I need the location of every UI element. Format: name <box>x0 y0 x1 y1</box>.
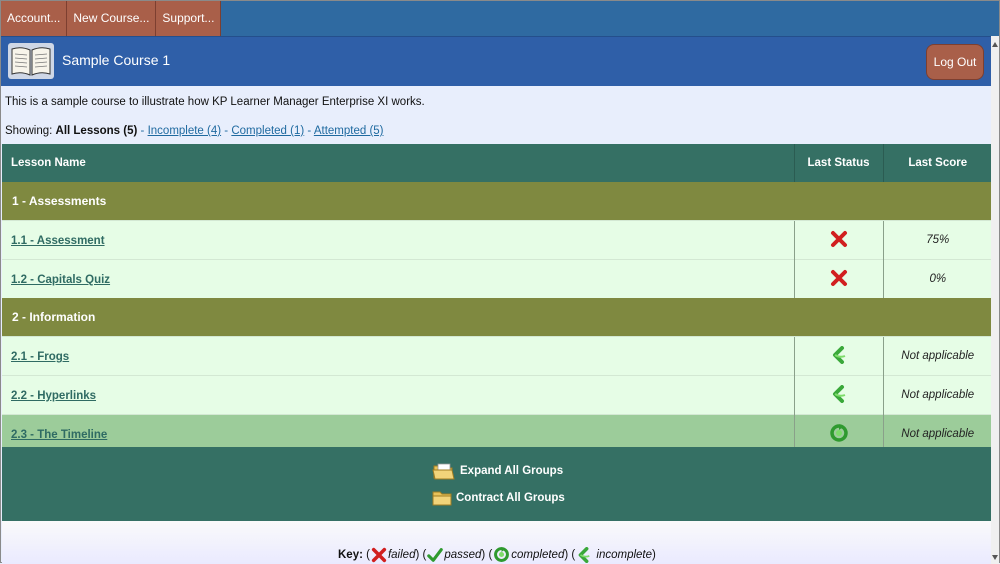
filter-separator: - <box>140 125 145 137</box>
log-out-button[interactable]: Log Out <box>926 44 984 80</box>
header-lesson-name: Lesson Name <box>2 144 794 182</box>
key-incomplete: incomplete <box>596 548 653 561</box>
lesson-link[interactable]: 2.2 - Hyperlinks <box>11 390 96 402</box>
filter-incomplete-link[interactable]: Incomplete (4) <box>148 125 222 137</box>
expand-all-label: Expand All Groups <box>460 465 564 477</box>
main-menu: Account... New Course... Support... <box>1 1 999 36</box>
top-menu-bar: Account... New Course... Support... <box>1 1 999 36</box>
incomplete-arrow-icon <box>578 546 590 563</box>
closed-folder-icon <box>432 491 452 506</box>
scroll-up-icon[interactable] <box>992 42 998 47</box>
course-header: Sample Course 1 Log Out <box>1 36 999 86</box>
contract-all-groups-button[interactable]: Contract All Groups <box>432 488 565 508</box>
incomplete-arrow-icon <box>832 345 845 364</box>
key-completed: completed <box>511 548 565 561</box>
table-header-row: Lesson Name Last Status Last Score <box>2 144 992 182</box>
book-icon <box>8 43 54 79</box>
table-row: 1.2 - Capitals Quiz 0% <box>2 259 992 298</box>
group-row[interactable]: 2 - Information <box>2 298 992 337</box>
header-last-score: Last Score <box>882 144 992 182</box>
table-row: 1.1 - Assessment 75% <box>2 220 992 260</box>
red-x-icon <box>371 547 387 562</box>
key-label: Key: <box>338 548 363 561</box>
lessons-table: Lesson Name Last Status Last Score 1 - A… <box>2 144 992 453</box>
status-cell <box>793 336 883 376</box>
incomplete-arrow-icon <box>832 384 845 403</box>
filter-separator: - <box>307 125 312 137</box>
status-cell <box>793 220 883 260</box>
green-check-icon <box>427 547 444 562</box>
key-passed: passed <box>444 548 482 561</box>
group-actions-panel: Expand All Groups Contract All Groups <box>2 447 992 521</box>
lesson-link[interactable]: 2.1 - Frogs <box>11 351 69 363</box>
status-key: Key: ( failed) ( passed) ( completed) ( … <box>338 546 656 563</box>
table-row: 2.1 - Frogs Not applicable <box>2 336 992 376</box>
contract-all-label: Contract All Groups <box>456 492 565 504</box>
group-title: 2 - Information <box>2 298 992 337</box>
score-cell: Not applicable <box>882 336 992 376</box>
header-last-status: Last Status <box>793 144 883 182</box>
red-x-icon <box>830 269 847 286</box>
showing-prefix: Showing: <box>5 125 53 137</box>
score-cell: Not applicable <box>882 375 992 415</box>
group-row[interactable]: 1 - Assessments <box>2 182 992 221</box>
group-title: 1 - Assessments <box>2 182 992 221</box>
account-menu-button[interactable]: Account... <box>1 1 68 36</box>
filter-separator: - <box>224 125 229 137</box>
filter-attempted-link[interactable]: Attempted (5) <box>314 125 384 137</box>
course-title: Sample Course 1 <box>62 52 171 68</box>
support-menu-button[interactable]: Support... <box>156 1 222 36</box>
key-failed: failed <box>387 548 416 561</box>
completed-cycle-icon <box>829 423 848 442</box>
red-x-icon <box>830 230 847 247</box>
status-cell <box>793 259 883 298</box>
lesson-filter: Showing: All Lessons (5) - Incomplete (4… <box>5 125 384 137</box>
new-course-menu-button[interactable]: New Course... <box>67 1 157 36</box>
lesson-link[interactable]: 2.3 - The Timeline <box>11 429 107 441</box>
status-cell <box>793 375 883 415</box>
filter-completed-link[interactable]: Completed (1) <box>231 125 304 137</box>
score-cell: 75% <box>882 220 992 260</box>
score-cell: 0% <box>882 259 992 298</box>
expand-all-groups-button[interactable]: Expand All Groups <box>432 461 563 481</box>
scroll-down-icon[interactable] <box>992 555 998 560</box>
table-row: 2.2 - Hyperlinks Not applicable <box>2 375 992 415</box>
vertical-scrollbar[interactable] <box>991 36 999 564</box>
course-description: This is a sample course to illustrate ho… <box>5 96 425 108</box>
lesson-link[interactable]: 1.1 - Assessment <box>11 235 105 247</box>
lesson-link[interactable]: 1.2 - Capitals Quiz <box>11 274 110 286</box>
filter-all-lessons: All Lessons (5) <box>55 125 138 137</box>
completed-cycle-icon <box>494 546 510 562</box>
open-folder-icon <box>432 463 455 480</box>
